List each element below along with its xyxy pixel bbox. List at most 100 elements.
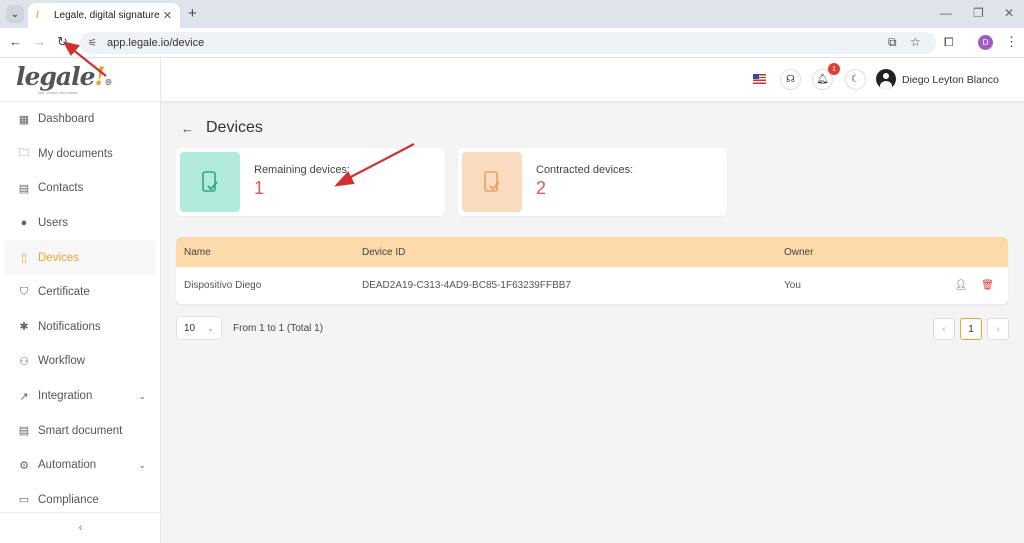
chevron-right-icon: › — [996, 323, 1000, 335]
column-header-owner[interactable]: Owner — [784, 247, 944, 258]
owner-cell: You — [784, 280, 801, 291]
profile-avatar[interactable]: D — [978, 35, 993, 50]
trash-icon[interactable]: 🗑︎ — [981, 280, 994, 291]
sidebar-item-my-documents[interactable]: 🗀 My documents — [0, 137, 160, 172]
tab-search-button[interactable]: ⌄ — [6, 5, 24, 23]
automation-icon: ⚙ — [19, 459, 29, 472]
tab-title: Legale, digital signature — [54, 10, 160, 21]
chevron-down-icon[interactable]: ⌄ — [138, 391, 146, 402]
browser-toolbar: ← → ↻ ⚟ app.legale.io/device ⧉ ☆ ⧠ — [0, 28, 1024, 58]
logo-tagline: fast, secure and smart — [38, 90, 78, 95]
sidebar-item-label: Workflow — [38, 355, 86, 368]
extensions-icon[interactable]: ⧠ — [944, 35, 954, 50]
legale-logo[interactable]: legale!® — [16, 62, 112, 91]
chevron-left-icon: ‹ — [942, 323, 946, 335]
bookmark-star-icon[interactable]: ☆ — [910, 35, 921, 49]
device-id-cell: DEAD2A19-C313-4AD9-BC85-1F63239FFBB7 — [362, 280, 571, 291]
collapse-sidebar-button[interactable]: ‹ — [0, 512, 161, 543]
page-button-current[interactable]: 1 — [960, 318, 982, 340]
headset-icon: ☊ — [786, 74, 795, 85]
pagination-info: 10 ⌄ From 1 to 1 (Total 1) — [176, 316, 323, 340]
site-settings-icon[interactable]: ⚟ — [88, 38, 97, 49]
next-page-button[interactable]: › — [987, 318, 1009, 340]
close-window-icon[interactable]: ✕ — [1004, 6, 1014, 20]
sidebar: legale!® fast, secure and smart ▦ Dashboa… — [0, 58, 161, 543]
contracted-devices-value: 2 — [536, 178, 547, 198]
support-button[interactable]: ☊ — [780, 69, 801, 90]
pagination-controls: ‹ 1 › — [933, 318, 1009, 340]
remaining-devices-value: 1 — [254, 178, 265, 198]
browser-menu-icon[interactable]: ⋮ — [1005, 34, 1018, 50]
logo-area: legale!® fast, secure and smart — [0, 58, 160, 102]
sidebar-item-label: Devices — [38, 251, 79, 264]
close-tab-icon[interactable]: ✕ — [163, 9, 172, 22]
sidebar-item-label: Notifications — [38, 320, 101, 333]
chevron-left-icon: ‹ — [78, 522, 83, 534]
us-flag-icon[interactable] — [753, 74, 766, 84]
sidebar-item-label: Certificate — [38, 286, 90, 299]
device-icon: ▯ — [20, 252, 28, 265]
contracted-devices-card: Contracted devices: 2 — [458, 148, 727, 216]
new-tab-button[interactable]: + — [188, 5, 197, 22]
sidebar-item-contacts[interactable]: ▤ Contacts — [0, 171, 160, 206]
remaining-devices-card: Remaining devices: 1 — [176, 148, 445, 216]
device-name-cell: Dispositivo Diego — [184, 280, 262, 291]
sidebar-item-dashboard[interactable]: ▦ Dashboard — [0, 102, 160, 137]
contracted-devices-label: Contracted devices: — [536, 164, 634, 176]
sidebar-item-label: Users — [38, 217, 69, 230]
page-size-value: 10 — [184, 322, 196, 334]
minimize-icon[interactable]: — — [940, 6, 952, 20]
theme-toggle-button[interactable]: ☾ — [845, 69, 866, 90]
folder-icon: 🗀 — [18, 147, 30, 160]
device-check-icon — [484, 171, 500, 192]
sidebar-item-label: Dashboard — [38, 113, 95, 126]
page-title: Devices — [206, 119, 263, 136]
sidebar-item-workflow[interactable]: ⚇ Workflow — [0, 344, 160, 379]
sidebar-item-automation[interactable]: ⚙ Automation ⌄ — [0, 448, 160, 483]
forward-icon[interactable]: → — [33, 34, 46, 49]
sidebar-item-label: Contacts — [38, 182, 84, 195]
reload-icon[interactable]: ↻ — [57, 34, 68, 50]
table-header: Name Device ID Owner — [176, 237, 1008, 267]
remaining-devices-label: Remaining devices: — [254, 164, 350, 176]
back-icon[interactable]: ← — [9, 34, 22, 49]
browser-tab-bar: ⌄ / Legale, digital signature ✕ + — ❐ ✕ — [0, 0, 1024, 28]
user-name[interactable]: Diego Leyton Blanco — [902, 74, 999, 86]
assign-user-icon[interactable]: 👤︎ — [955, 280, 968, 291]
page-size-select[interactable]: 10 ⌄ — [176, 316, 222, 340]
pagination-summary: From 1 to 1 (Total 1) — [233, 322, 324, 334]
chevron-down-icon: ⌄ — [10, 8, 20, 20]
favicon-icon: / — [36, 9, 39, 21]
devices-table: Name Device ID Owner Dispositivo Diego D… — [176, 237, 1008, 304]
chevron-down-icon[interactable]: ⌄ — [138, 460, 146, 471]
moon-icon: ☾ — [851, 74, 860, 85]
sidebar-item-devices[interactable]: ▯ Devices — [4, 240, 156, 275]
bell-icon: ✱ — [19, 321, 29, 334]
back-arrow-icon[interactable]: ← — [181, 121, 194, 136]
table-row[interactable]: Dispositivo Diego DEAD2A19-C313-4AD9-BC8… — [176, 267, 1008, 304]
notification-badge: 1 — [828, 63, 840, 75]
app-header: ☊ 🔔︎ 1 ☾ Diego Leyton Blanco — [161, 58, 1024, 102]
bell-icon: 🔔︎ — [816, 74, 829, 85]
sidebar-item-notifications[interactable]: ✱ Notifications — [0, 310, 160, 345]
chevron-down-icon: ⌄ — [207, 323, 214, 333]
column-header-device-id[interactable]: Device ID — [362, 247, 784, 258]
install-app-icon[interactable]: ⧉ — [888, 35, 897, 50]
sidebar-item-smart-document[interactable]: ▤ Smart document — [0, 413, 160, 448]
page-header: ← Devices — [181, 119, 263, 137]
address-bar[interactable]: ⚟ app.legale.io/device — [80, 32, 936, 54]
sidebar-item-label: Compliance — [38, 493, 99, 506]
browser-tab[interactable]: / Legale, digital signature ✕ — [28, 3, 180, 28]
user-avatar[interactable] — [876, 69, 896, 89]
restore-icon[interactable]: ❐ — [973, 6, 984, 20]
previous-page-button[interactable]: ‹ — [933, 318, 955, 340]
sidebar-item-integration[interactable]: ↗ Integration ⌄ — [0, 379, 160, 414]
device-check-icon — [202, 171, 218, 192]
smart-document-icon: ▤ — [18, 425, 30, 438]
sidebar-item-label: Integration — [38, 390, 93, 403]
sidebar-item-users[interactable]: ● Users — [0, 206, 160, 241]
row-actions: 👤︎ 🗑︎ — [944, 280, 1008, 291]
sidebar-item-certificate[interactable]: ⛉ Certificate — [0, 275, 160, 310]
contacts-icon: ▤ — [18, 182, 30, 195]
column-header-name[interactable]: Name — [176, 247, 362, 258]
